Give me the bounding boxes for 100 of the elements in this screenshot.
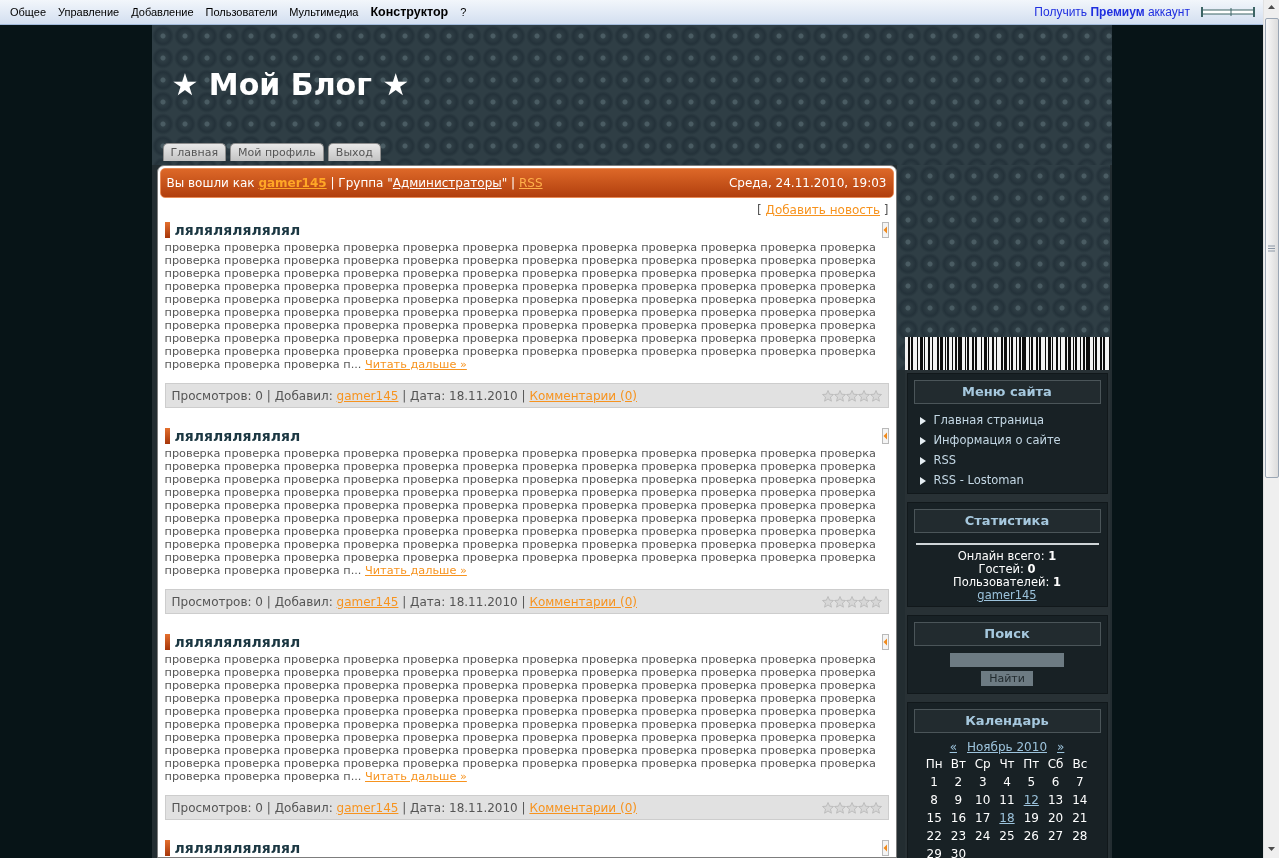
date-time-text: Среда, 24.11.2010, 19:03 bbox=[728, 175, 887, 192]
bullet-triangle-icon bbox=[919, 457, 926, 465]
stat-line: Онлайн всего: 1 bbox=[957, 550, 1057, 563]
calendar-day: 24 bbox=[975, 827, 991, 845]
bullet-triangle-icon bbox=[919, 417, 926, 425]
bullet-triangle-icon bbox=[919, 437, 926, 445]
weekday-label: Пт bbox=[1023, 756, 1040, 773]
title-marker-icon bbox=[164, 428, 170, 444]
star-icon[interactable] bbox=[857, 389, 870, 402]
nav-tab[interactable]: Мой профиль bbox=[230, 143, 324, 161]
range-bar-icon[interactable] bbox=[1201, 6, 1255, 18]
block-heading: Поиск bbox=[913, 622, 1101, 646]
star-icon[interactable] bbox=[845, 801, 858, 814]
scroll-up-icon[interactable] bbox=[1268, 5, 1275, 9]
prev-month-link[interactable]: « bbox=[949, 739, 957, 755]
calendar-day: 28 bbox=[1072, 827, 1088, 845]
calendar-day: 6 bbox=[1051, 773, 1060, 791]
post-title[interactable]: лялялялялялял bbox=[174, 428, 301, 444]
weekday-label: Чт bbox=[999, 756, 1015, 773]
top-menu-item[interactable]: Общее bbox=[10, 3, 47, 21]
star-icon[interactable] bbox=[869, 389, 882, 402]
weekday-label: Сб bbox=[1047, 756, 1064, 773]
star-icon[interactable] bbox=[857, 595, 870, 608]
menu-link[interactable]: RSS bbox=[933, 452, 957, 470]
calendar-day: 9 bbox=[954, 791, 963, 809]
title-marker-icon bbox=[164, 222, 170, 238]
calendar-day: 25 bbox=[999, 827, 1015, 845]
calendar-day: 16 bbox=[950, 809, 967, 827]
star-rating[interactable] bbox=[821, 389, 882, 402]
top-menu-item[interactable]: Конструктор bbox=[370, 2, 449, 22]
top-menu-item[interactable]: Мультимедиа bbox=[289, 3, 359, 21]
menu-link[interactable]: Главная страница bbox=[933, 412, 1045, 430]
grip-icon bbox=[1268, 244, 1275, 252]
stat-line: Пользователей: 1 bbox=[953, 576, 1061, 589]
search-field[interactable] bbox=[950, 653, 1064, 667]
top-menu-item[interactable]: Пользователи bbox=[205, 3, 278, 21]
block-heading: Календарь bbox=[913, 709, 1101, 733]
title-marker-icon bbox=[164, 634, 170, 650]
online-user-link[interactable]: gamer145 bbox=[977, 589, 1037, 602]
calendar-day: 21 bbox=[1072, 809, 1088, 827]
calendar-day: 26 bbox=[1023, 827, 1039, 845]
calendar-day: 19 bbox=[1023, 809, 1039, 827]
calendar-day: 7 bbox=[1076, 773, 1084, 791]
calendar-day: 15 bbox=[926, 809, 942, 827]
menu-link[interactable]: Информация о сайте bbox=[933, 432, 1061, 450]
weekday-label: Пн bbox=[925, 756, 943, 773]
star-icon[interactable] bbox=[833, 595, 846, 608]
top-menu-item[interactable]: Управление bbox=[58, 3, 120, 21]
star-icon[interactable] bbox=[821, 389, 834, 402]
post-meta-text: Просмотров: 0 | Добавил: gamer145 | Дата: 18.11.2010 | Комментарии (0) bbox=[171, 387, 637, 405]
calendar-day: 11 bbox=[999, 791, 1015, 809]
star-rating[interactable] bbox=[821, 595, 882, 608]
calendar-day: 17 bbox=[975, 809, 991, 827]
group-link[interactable]: Администраторы bbox=[392, 176, 502, 190]
scrollbar-thumb[interactable] bbox=[1264, 18, 1279, 478]
weekday-label: Ср bbox=[974, 756, 991, 773]
block-heading: Меню сайта bbox=[913, 380, 1101, 404]
calendar-day: 3 bbox=[978, 773, 987, 791]
calendar-day: 29 bbox=[926, 845, 942, 858]
calendar-day: 20 bbox=[1047, 809, 1064, 827]
login-status-text: Вы вошли как gamer145 | Группа "Администраторы" | RSS bbox=[166, 175, 543, 192]
star-icon[interactable] bbox=[845, 389, 858, 402]
nav-tab[interactable]: Главная bbox=[162, 143, 226, 161]
star-icon[interactable] bbox=[845, 595, 858, 608]
calendar-day[interactable]: 18 bbox=[999, 809, 1015, 827]
post-title[interactable]: лялялялялялял bbox=[174, 222, 301, 238]
top-menu-item[interactable]: ? bbox=[460, 3, 467, 21]
post-meta-text: Просмотров: 0 | Добавил: gamer145 | Дата: 18.11.2010 | Комментарии (0) bbox=[171, 799, 637, 817]
star-icon[interactable] bbox=[857, 801, 870, 814]
menu-link[interactable]: RSS - Lostoman bbox=[933, 472, 1024, 490]
nav-tab[interactable]: Выход bbox=[327, 143, 381, 161]
post-excerpt: проверка проверка проверка проверка проверка проверка проверка проверка проверка проверка проверка проверка проверка проверка проверка проверка проверка проверка проверка проверка проверка проверка проверка проверка проверка проверка проверка проверка проверка проверка проверка проверка проверка проверка проверка проверка проверка проверка проверка проверка проверка проверка проверка проверка проверка проверка проверка проверка проверка проверка проверка проверка проверка проверка проверка проверка проверка проверка проверка проверка проверка проверка проверка проверка проверка проверка проверка проверка проверка проверка проверка проверка проверка проверка проверка проверка проверка проверка проверка проверка проверка проверка проверка проверка проверка проверка проверка проверка проверка проверка проверка проверка проверка проверка проверка проверка проверка проверка проверка проверка проверка проверка проверка проверка проверка проверка проверка проверка проверка проверка проверка п... Читать дальше » bbox=[164, 241, 877, 371]
premium-account-link[interactable]: Получить Премиум аккаунт bbox=[1034, 3, 1190, 21]
calendar-day: 10 bbox=[975, 791, 991, 809]
calendar-day[interactable]: 12 bbox=[1023, 791, 1039, 809]
top-menu-item[interactable]: Добавление bbox=[131, 3, 194, 21]
star-icon[interactable] bbox=[833, 389, 846, 402]
star-icon[interactable] bbox=[869, 801, 882, 814]
star-icon[interactable] bbox=[821, 801, 834, 814]
month-link[interactable]: Ноябрь 2010 bbox=[967, 739, 1047, 755]
next-month-link[interactable]: » bbox=[1057, 739, 1065, 755]
calendar-day: 27 bbox=[1047, 827, 1064, 845]
stat-line: Гостей: 0 bbox=[978, 563, 1036, 576]
star-rating[interactable] bbox=[821, 801, 882, 814]
calendar-day: 2 bbox=[954, 773, 963, 791]
post-title[interactable]: лялялялялялял bbox=[174, 634, 301, 650]
bullet-triangle-icon bbox=[919, 477, 926, 485]
add-news-text: [ Добавить новость ] bbox=[757, 202, 889, 218]
calendar-day: 13 bbox=[1047, 791, 1064, 809]
star-icon[interactable] bbox=[869, 595, 882, 608]
post-title[interactable]: лялялялялялял bbox=[174, 840, 301, 856]
calendar-day: 5 bbox=[1027, 773, 1036, 791]
calendar-day: 23 bbox=[950, 827, 967, 845]
block-heading: Статистика bbox=[913, 509, 1101, 533]
scrollbar[interactable] bbox=[1263, 0, 1279, 858]
star-icon[interactable] bbox=[821, 595, 834, 608]
scroll-down-icon[interactable] bbox=[1268, 847, 1275, 851]
calendar-day: 22 bbox=[926, 827, 942, 845]
star-icon[interactable] bbox=[833, 801, 846, 814]
post-meta-text: Просмотров: 0 | Добавил: gamer145 | Дата: 18.11.2010 | Комментарии (0) bbox=[171, 593, 637, 611]
